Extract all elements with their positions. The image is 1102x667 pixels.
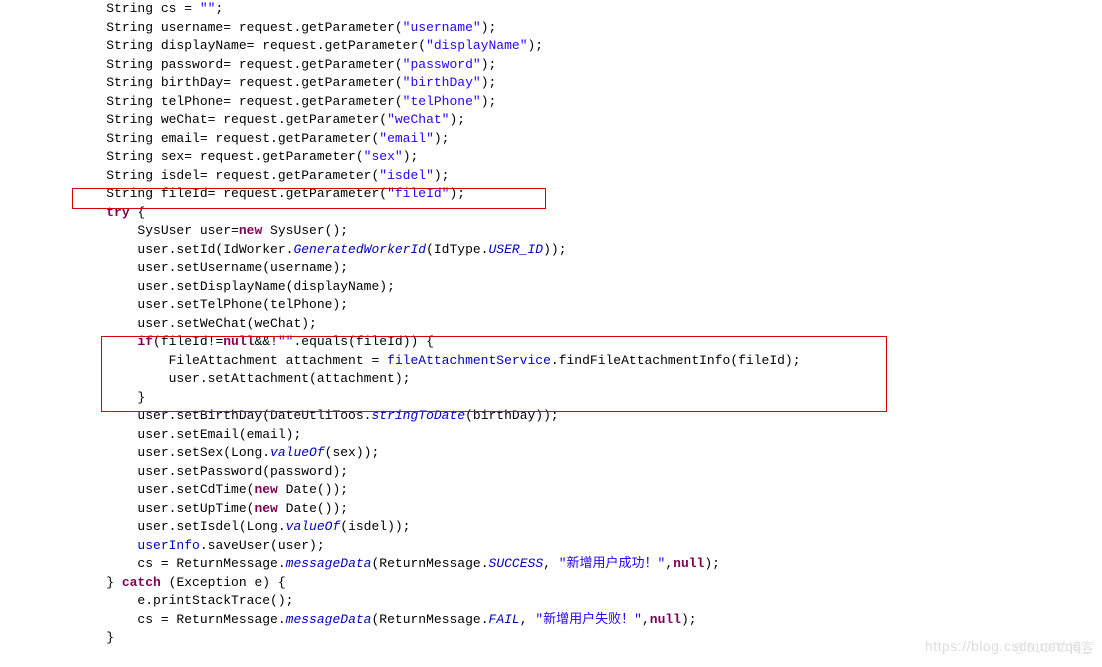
code-line: if(fileId!=null&&!"".equals(fileId)) {: [75, 333, 1102, 352]
code-block: String cs = ""; String username= request…: [0, 0, 1102, 648]
code-line: user.setId(IdWorker.GeneratedWorkerId(Id…: [75, 241, 1102, 260]
code-line: user.setIsdel(Long.valueOf(isdel));: [75, 518, 1102, 537]
code-line: user.setEmail(email);: [75, 426, 1102, 445]
code-line: String birthDay= request.getParameter("b…: [75, 74, 1102, 93]
code-line: String email= request.getParameter("emai…: [75, 130, 1102, 149]
code-line: userInfo.saveUser(user);: [75, 537, 1102, 556]
code-line: String password= request.getParameter("p…: [75, 56, 1102, 75]
code-line: try {: [75, 204, 1102, 223]
code-line: }: [75, 389, 1102, 408]
code-line: } catch (Exception e) {: [75, 574, 1102, 593]
code-line: String isdel= request.getParameter("isde…: [75, 167, 1102, 186]
code-line: FileAttachment attachment = fileAttachme…: [75, 352, 1102, 371]
code-line: String telPhone= request.getParameter("t…: [75, 93, 1102, 112]
code-line: user.setUsername(username);: [75, 259, 1102, 278]
code-line: String weChat= request.getParameter("weC…: [75, 111, 1102, 130]
code-line: user.setTelPhone(telPhone);: [75, 296, 1102, 315]
code-line: user.setSex(Long.valueOf(sex));: [75, 444, 1102, 463]
code-line: String username= request.getParameter("u…: [75, 19, 1102, 38]
code-line: user.setAttachment(attachment);: [75, 370, 1102, 389]
code-line: user.setPassword(password);: [75, 463, 1102, 482]
code-line: String cs = "";: [75, 0, 1102, 19]
code-line: }: [75, 629, 1102, 648]
code-line: user.setDisplayName(displayName);: [75, 278, 1102, 297]
code-line: SysUser user=new SysUser();: [75, 222, 1102, 241]
code-line: String displayName= request.getParameter…: [75, 37, 1102, 56]
code-line: String sex= request.getParameter("sex");: [75, 148, 1102, 167]
code-line: user.setUpTime(new Date());: [75, 500, 1102, 519]
code-line: String fileId= request.getParameter("fil…: [75, 185, 1102, 204]
code-line: cs = ReturnMessage.messageData(ReturnMes…: [75, 555, 1102, 574]
code-line: user.setWeChat(weChat);: [75, 315, 1102, 334]
code-line: e.printStackTrace();: [75, 592, 1102, 611]
code-line: user.setCdTime(new Date());: [75, 481, 1102, 500]
code-line: cs = ReturnMessage.messageData(ReturnMes…: [75, 611, 1102, 630]
code-line: user.setBirthDay(DateUtliToos.stringToDa…: [75, 407, 1102, 426]
